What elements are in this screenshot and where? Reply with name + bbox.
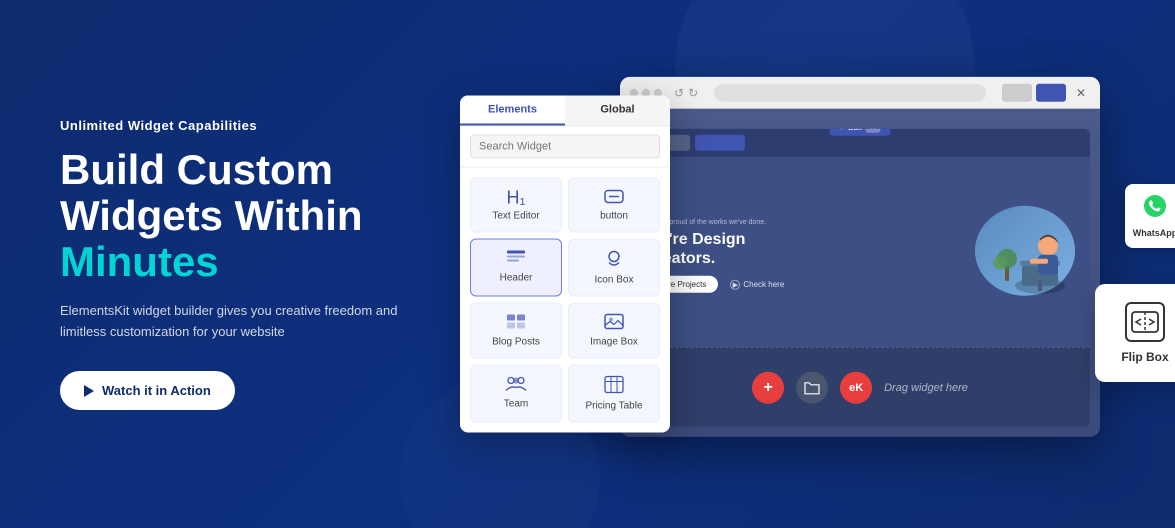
widget-item-label: Team (504, 399, 528, 410)
inner-hero-small-text: We are proud of the works we've done. (645, 219, 945, 226)
inner-hero-title: We're DesignCreators. (645, 230, 945, 268)
widget-item-label: Blog Posts (492, 337, 540, 348)
panel-tabs: Elements Global (460, 96, 670, 127)
widget-item-blog-posts[interactable]: Blog Posts (470, 303, 562, 359)
add-element-label: Edit (848, 129, 862, 132)
hero-description: ElementsKit widget builder gives you cre… (60, 301, 420, 343)
hero-title-line1: Build Custom (60, 146, 333, 193)
add-widget-btn[interactable]: + (752, 371, 784, 403)
inner-page: + Edit ✕ We are proud of the works we've… (630, 129, 1090, 427)
whatsapp-widget[interactable]: WhatsApp (1125, 184, 1175, 248)
hero-title-accent: Minutes (60, 239, 420, 285)
person-illustration (980, 211, 1070, 296)
browser-url-bar[interactable] (714, 84, 986, 102)
text-editor-icon: H₁ (506, 189, 525, 207)
left-content: Unlimited Widget Capabilities Build Cust… (0, 118, 440, 410)
play-small-icon: ▶ (730, 279, 740, 289)
hero-section: Unlimited Widget Capabilities Build Cust… (0, 0, 1175, 528)
whatsapp-label: WhatsApp (1133, 228, 1175, 238)
widget-item-label: button (600, 211, 628, 222)
inner-hero-buttons: More Projects ▶ Check here (645, 276, 945, 293)
flip-box-icon (1125, 302, 1165, 342)
drag-zone: + eK Drag widget here (630, 347, 1090, 427)
play-icon (84, 385, 94, 397)
hero-title-line2: Widgets Within (60, 192, 363, 239)
inner-hero-text: We are proud of the works we've done. We… (645, 219, 945, 293)
browser-action-btn-blue[interactable] (1036, 84, 1066, 102)
inner-hero: We are proud of the works we've done. We… (630, 157, 1090, 355)
widget-item-image-box[interactable]: Image Box (568, 303, 660, 359)
close-small-icon[interactable]: ✕ (866, 129, 881, 133)
back-icon[interactable]: ↺ (674, 86, 684, 100)
browser-toolbar: ↺ ↻ ✕ (620, 77, 1100, 109)
pricing-table-icon (604, 376, 624, 397)
button-icon (604, 189, 624, 207)
tab-global[interactable]: Global (565, 96, 670, 126)
plus-icon: + (839, 129, 844, 132)
drag-widget-text: Drag widget here (884, 381, 968, 393)
topbar-btn-2 (695, 135, 745, 151)
browser-window: ↺ ↻ ✕ + (620, 77, 1100, 437)
whatsapp-icon (1143, 194, 1167, 224)
widget-item-text-editor[interactable]: H₁ Text Editor (470, 178, 562, 233)
widget-item-label: Image Box (590, 337, 638, 348)
flip-box-label: Flip Box (1121, 350, 1168, 364)
widget-item-pricing-table[interactable]: Pricing Table (568, 365, 660, 423)
watch-button-label: Watch it in Action (102, 383, 211, 398)
watch-button[interactable]: Watch it in Action (60, 371, 235, 410)
icon-box-icon (604, 250, 624, 271)
widget-item-icon-box[interactable]: Icon Box (568, 239, 660, 297)
browser-close-button[interactable]: ✕ (1072, 84, 1090, 102)
widget-item-header[interactable]: Header (470, 239, 562, 297)
search-input[interactable] (470, 135, 660, 159)
widget-grid: H₁ Text Editor button Header (460, 168, 670, 433)
browser-content: + Edit ✕ We are proud of the works we've… (620, 109, 1100, 437)
image-box-icon (604, 314, 624, 333)
forward-icon[interactable]: ↻ (688, 86, 698, 100)
browser-actions (1002, 84, 1066, 102)
nav-arrows: ↺ ↻ (674, 86, 698, 100)
widget-item-team[interactable]: Team (470, 365, 562, 423)
widget-item-label: Pricing Table (585, 401, 642, 412)
blog-posts-icon (506, 314, 526, 333)
folder-widget-btn[interactable] (796, 371, 828, 403)
widget-item-label: Text Editor (492, 211, 539, 222)
check-here-btn[interactable]: ▶ Check here (730, 279, 784, 289)
search-box (460, 127, 670, 168)
team-icon (505, 376, 527, 395)
widget-item-label: Icon Box (595, 275, 634, 286)
header-icon (506, 250, 526, 269)
ek-logo-btn[interactable]: eK (840, 371, 872, 403)
add-element-btn[interactable]: + Edit ✕ (829, 129, 890, 136)
inner-hero-illustration (955, 206, 1075, 306)
hero-subtitle: Unlimited Widget Capabilities (60, 118, 420, 133)
widget-item-label: Header (500, 273, 533, 284)
widget-panel: Elements Global H₁ Text Editor button (460, 96, 670, 433)
hero-title: Build Custom Widgets Within Minutes (60, 147, 420, 286)
inner-topbar: + Edit ✕ (630, 129, 1090, 157)
widget-item-button[interactable]: button (568, 178, 660, 233)
browser-action-btn[interactable] (1002, 84, 1032, 102)
flip-box-card[interactable]: Flip Box (1095, 284, 1175, 382)
tab-elements[interactable]: Elements (460, 96, 565, 126)
right-content: Elements Global H₁ Text Editor button (440, 0, 1175, 528)
